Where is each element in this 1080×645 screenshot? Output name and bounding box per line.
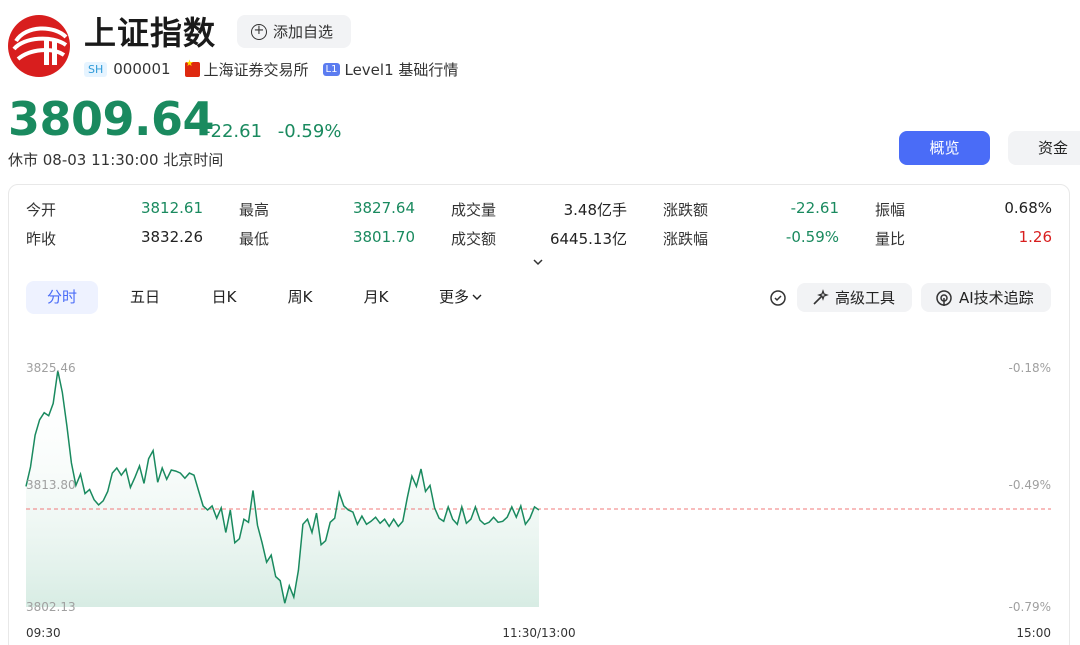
stats-panel: 今开 3812.61 最高 3827.64 成交量 3.48亿手 涨跌额 -22… [26, 199, 1056, 257]
turnover-value: 6445.13亿 [549, 230, 627, 248]
plus-icon: + [251, 23, 267, 40]
turnover-label: 成交额 [451, 230, 497, 248]
y-axis-right-tick: -0.18% [1009, 361, 1051, 375]
open-value: 3812.61 [140, 199, 203, 217]
change-amount: -22.61 [204, 121, 263, 142]
tab-more[interactable]: 更多 [408, 281, 514, 314]
exchange-name: 上海证券交易所 [203, 60, 309, 79]
amp-label: 振幅 [875, 201, 906, 219]
advanced-tools-button[interactable]: 高级工具 [797, 283, 912, 312]
y-axis-right-tick: -0.79% [1009, 600, 1051, 614]
period-tabs: 分时 五日 日K 周K 月K 更多 [26, 281, 514, 314]
advanced-tools-label: 高级工具 [835, 289, 896, 307]
level-label: Level1 基础行情 [344, 60, 459, 79]
tab-fund[interactable]: 资金 [1008, 131, 1080, 165]
volume-ratio-value: 1.26 [1018, 228, 1052, 246]
y-axis-left-tick: 3813.80 [26, 478, 76, 492]
x-axis-tick: 11:30/13:00 [502, 626, 575, 640]
wand-icon [813, 288, 829, 305]
intraday-chart[interactable]: 3825.46 3813.80 3802.13 -0.18% -0.49% -0.79% 0… [0, 340, 1080, 645]
high-label: 最高 [239, 201, 270, 219]
chg-value: -22.61 [790, 199, 839, 217]
price-area [26, 370, 539, 607]
volume-value: 3.48亿手 [563, 201, 627, 219]
change-percent: -0.59% [277, 121, 342, 142]
low-value: 3801.70 [352, 228, 415, 246]
tab-monthly-k[interactable]: 月K [344, 281, 408, 314]
tab-intraday[interactable]: 分时 [26, 281, 98, 314]
add-watchlist-button[interactable]: + 添加自选 [237, 15, 351, 48]
amp-value: 0.68% [1004, 199, 1052, 217]
expand-chevron-icon[interactable] [532, 256, 544, 268]
ai-tracking-button[interactable]: AI技术追踪 [921, 283, 1051, 312]
stats-row: 昨收 3832.26 最低 3801.70 成交额 6445.13亿 涨跌幅 -… [26, 228, 1056, 257]
ai-tracking-label: AI技术追踪 [959, 289, 1034, 307]
index-meta: SH 000001 上海证券交易所 L1 Level1 基础行情 [84, 58, 458, 80]
level-badge: L1 [322, 62, 341, 76]
high-value: 3827.64 [352, 199, 415, 217]
chgpct-value: -0.59% [785, 228, 839, 246]
y-axis-right-tick: -0.49% [1009, 478, 1051, 492]
tab-weekly-k[interactable]: 周K [256, 281, 344, 314]
prev-close-label: 昨收 [26, 230, 57, 248]
volume-ratio-label: 量比 [875, 230, 906, 248]
market-badge: SH [84, 61, 108, 77]
settings-icon[interactable] [769, 289, 787, 307]
volume-label: 成交量 [451, 201, 497, 219]
sse-logo [8, 15, 70, 77]
add-watchlist-label: 添加自选 [273, 23, 334, 41]
index-title: 上证指数 [84, 14, 217, 52]
chg-label: 涨跌额 [663, 201, 709, 219]
china-flag-icon [184, 59, 200, 77]
price-change: -22.61 -0.59% [204, 121, 351, 142]
y-axis-left-tick: 3825.46 [26, 361, 76, 375]
x-axis-tick: 15:00 [1016, 626, 1051, 640]
stats-row: 今开 3812.61 最高 3827.64 成交量 3.48亿手 涨跌额 -22… [26, 199, 1056, 228]
more-label: 更多 [438, 288, 469, 306]
prev-close-value: 3832.26 [140, 228, 203, 246]
x-axis-tick: 09:30 [26, 626, 61, 640]
open-label: 今开 [26, 201, 57, 219]
y-axis-left-tick: 3802.13 [26, 600, 76, 614]
tab-five-day[interactable]: 五日 [98, 281, 192, 314]
chgpct-label: 涨跌幅 [663, 230, 709, 248]
current-price: 3809.64 [8, 92, 215, 146]
chevron-down-icon [472, 294, 482, 300]
tab-overview[interactable]: 概览 [899, 131, 990, 165]
market-status: 休市 08-03 11:30:00 北京时间 [8, 151, 224, 169]
radar-icon [936, 289, 952, 306]
low-label: 最低 [239, 230, 270, 248]
tab-daily-k[interactable]: 日K [192, 281, 256, 314]
index-code: 000001 [113, 60, 171, 78]
